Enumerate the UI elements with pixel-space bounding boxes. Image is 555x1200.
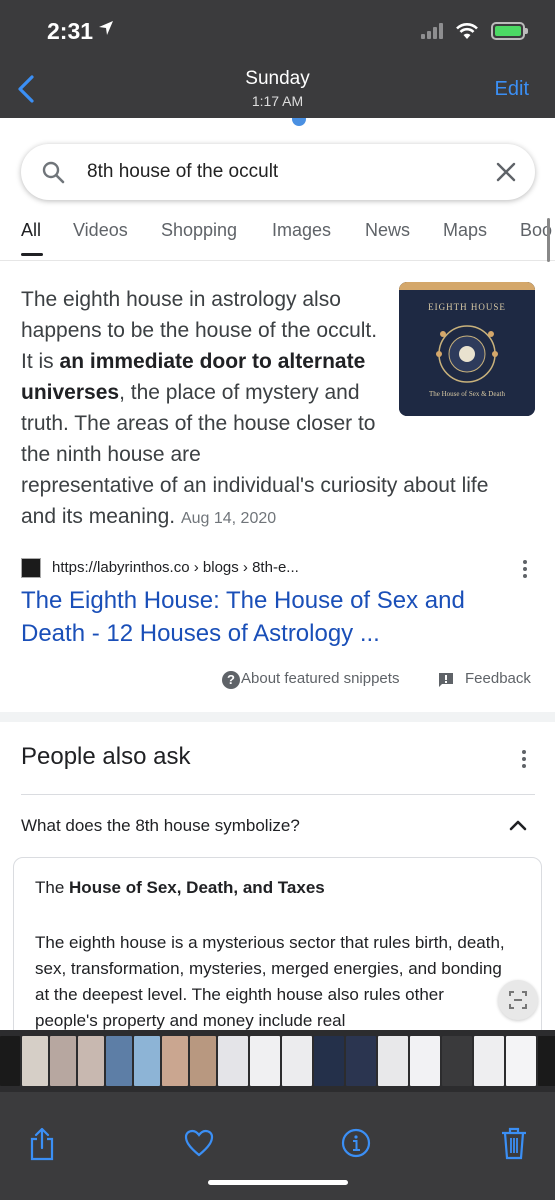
status-indicators (421, 22, 528, 40)
result-source-row[interactable]: https://labyrinthos.co › blogs › 8th-e..… (21, 558, 535, 580)
filmstrip-thumb[interactable] (282, 1036, 312, 1086)
paa-divider (21, 794, 535, 795)
thumbnail-caption: The House of Sex & Death (429, 390, 506, 398)
filmstrip-thumb[interactable] (250, 1036, 280, 1086)
filmstrip-thumb[interactable] (442, 1036, 472, 1086)
photo-date-title: Sunday (245, 68, 310, 89)
tab-shopping[interactable]: Shopping (161, 220, 237, 241)
feedback-link[interactable]: Feedback (465, 670, 531, 687)
tab-images[interactable]: Images (272, 220, 331, 241)
eighth-house-book-image: EIGHTH HOUSE The House of Sex & Death (399, 282, 535, 416)
photos-top-bar: 2:31 Sunday 1:17 AM Edit (0, 0, 555, 118)
result-url[interactable]: https://labyrinthos.co › blogs › 8th-e..… (52, 559, 299, 576)
paa-answer-card: The House of Sex, Death, and Taxes The e… (13, 857, 542, 1030)
thumbnail-title: EIGHTH HOUSE (428, 302, 506, 312)
filmstrip-thumb[interactable] (218, 1036, 248, 1086)
search-input[interactable]: 8th house of the occult (87, 161, 278, 183)
filmstrip-thumb[interactable] (50, 1036, 76, 1086)
paa-answer-heading: The House of Sex, Death, and Taxes (35, 878, 325, 898)
edit-button[interactable]: Edit (495, 78, 529, 101)
tab-news[interactable]: News (365, 220, 410, 241)
photo-time-subtitle: 1:17 AM (251, 93, 304, 109)
trash-icon[interactable] (500, 1126, 528, 1160)
tabs-divider (0, 260, 555, 261)
filmstrip-thumb[interactable] (346, 1036, 376, 1086)
share-icon[interactable] (28, 1126, 56, 1162)
scroll-indicator (292, 118, 306, 126)
paa-answer-bold: House of Sex, Death, and Taxes (69, 878, 325, 897)
section-divider (0, 712, 555, 722)
paa-answer-body: The eighth house is a mysterious sector … (35, 933, 505, 1030)
close-icon[interactable] (495, 161, 517, 183)
feedback-icon[interactable] (437, 671, 455, 689)
filmstrip-thumb[interactable] (474, 1036, 504, 1086)
filmstrip-thumb[interactable] (506, 1036, 536, 1086)
snippet-thumbnail[interactable]: EIGHTH HOUSE The House of Sex & Death (399, 282, 535, 416)
cellular-signal-icon (421, 23, 443, 39)
scrollbar[interactable] (547, 218, 550, 262)
heart-icon[interactable] (184, 1129, 214, 1157)
search-tabs: All Videos Shopping Images News Maps Boo (0, 220, 555, 260)
filmstrip-thumb[interactable] (314, 1036, 344, 1086)
help-icon[interactable]: ? (222, 671, 240, 689)
tab-all[interactable]: All (21, 220, 41, 241)
filmstrip-thumb[interactable] (22, 1036, 48, 1086)
filmstrip-thumb[interactable] (378, 1036, 408, 1086)
paa-more-options-icon[interactable] (522, 750, 528, 771)
paa-question[interactable]: What does the 8th house symbolize? (21, 816, 300, 836)
chevron-up-icon[interactable] (508, 818, 528, 832)
home-indicator (208, 1180, 348, 1185)
location-arrow-icon (99, 21, 113, 35)
people-also-ask-heading: People also ask (21, 743, 191, 770)
more-options-icon[interactable] (523, 560, 529, 581)
wifi-icon (456, 23, 478, 39)
result-title-link[interactable]: The Eighth House: The House of Sex and D… (21, 584, 521, 650)
paa-answer-prefix: The (35, 878, 70, 897)
filmstrip-thumb[interactable] (162, 1036, 188, 1086)
filmstrip-thumb[interactable] (0, 1036, 20, 1086)
tab-maps[interactable]: Maps (443, 220, 487, 241)
search-icon (42, 161, 65, 184)
filmstrip-thumb[interactable] (190, 1036, 216, 1086)
photo-filmstrip[interactable] (0, 1030, 555, 1092)
search-box[interactable]: 8th house of the occult (21, 144, 535, 200)
about-snippets-link[interactable]: About featured snippets (241, 670, 399, 687)
filmstrip-thumb[interactable] (134, 1036, 160, 1086)
site-favicon-icon (21, 558, 41, 578)
battery-icon (491, 22, 528, 40)
scan-icon (509, 991, 527, 1009)
filmstrip-thumb[interactable] (106, 1036, 132, 1086)
info-icon[interactable] (341, 1128, 371, 1158)
filmstrip-thumb[interactable] (78, 1036, 104, 1086)
snippet-date: Aug 14, 2020 (180, 510, 277, 527)
filmstrip-thumb[interactable] (410, 1036, 440, 1086)
snippet-text-wide: representative of an individual's curios… (21, 470, 526, 534)
filmstrip-thumb[interactable] (538, 1036, 555, 1086)
google-results-page: 8th house of the occult All Videos Shopp… (0, 118, 555, 1030)
featured-snippet-text: The eighth house in astrology also happe… (21, 284, 488, 534)
tab-videos[interactable]: Videos (73, 220, 128, 241)
lens-scan-button[interactable] (498, 980, 538, 1020)
status-time: 2:31 (47, 18, 94, 44)
active-tab-underline (21, 253, 43, 256)
